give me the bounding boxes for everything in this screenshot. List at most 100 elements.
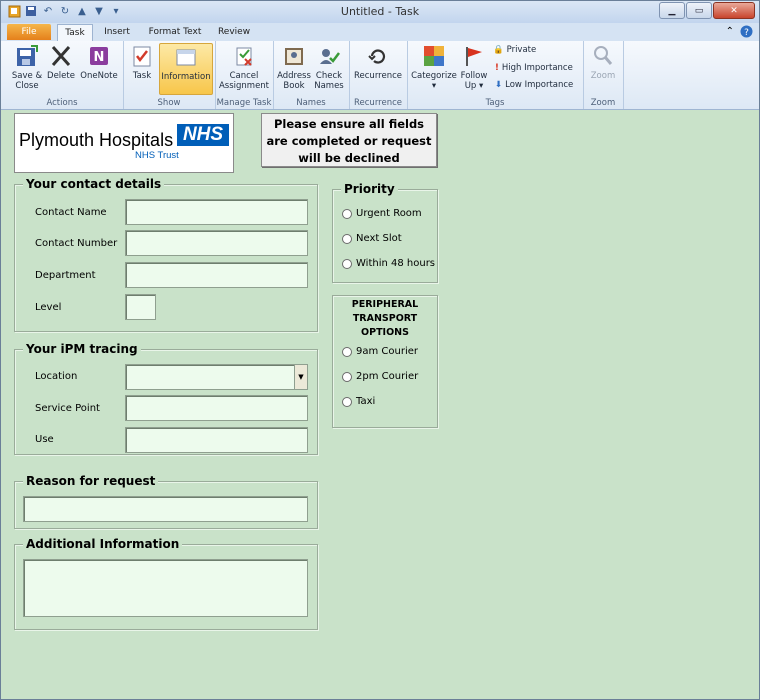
title-bar: ↶ ↻ ▲ ▼ ▾ Untitled - Task ▁ ▭ ✕	[1, 1, 759, 23]
address-book-label-2: Book	[283, 81, 305, 91]
close-button[interactable]: ✕	[713, 2, 755, 19]
task-view-button[interactable]: Task	[129, 43, 155, 81]
radio-2pm-courier[interactable]: 2pm Courier	[342, 371, 418, 382]
nhs-trust-label: NHS Trust	[135, 150, 179, 161]
additional-info-field[interactable]	[23, 559, 308, 617]
low-importance-button[interactable]: ⬇ Low Importance	[495, 80, 573, 90]
window-controls: ▁ ▭ ✕	[659, 2, 755, 19]
address-book-label: Address	[277, 71, 311, 81]
9am-courier-label: 9am Courier	[356, 346, 419, 357]
recurrence-button[interactable]: Recurrence	[353, 43, 403, 81]
ipm-tracing-section: Your iPM tracing Location ▼ Service Poin…	[14, 342, 318, 455]
low-importance-label: Low Importance	[505, 80, 574, 90]
group-label-actions: Actions	[46, 98, 78, 108]
zoom-label: Zoom	[590, 71, 616, 81]
private-button[interactable]: 🔒 Private	[493, 45, 536, 55]
down-arrow-icon: ⬇	[495, 80, 503, 90]
2pm-courier-label: 2pm Courier	[356, 371, 419, 382]
svg-text:N: N	[94, 50, 105, 65]
group-zoom: Zoom Zoom	[583, 41, 624, 109]
follow-up-dropdown-icon: ▾	[479, 81, 484, 91]
group-names: Address Book Check Names Names	[273, 41, 350, 109]
radio-9am-courier[interactable]: 9am Courier	[342, 346, 418, 357]
level-field[interactable]	[125, 294, 156, 320]
save-close-button[interactable]: Save & Close	[9, 43, 45, 91]
additional-info-section: Additional Information	[14, 537, 318, 630]
onenote-button[interactable]: N OneNote	[79, 43, 119, 81]
radio-icon[interactable]	[342, 371, 352, 382]
follow-up-button[interactable]: Follow Up ▾	[459, 43, 489, 91]
check-names-label-2: Names	[314, 81, 344, 91]
group-recurrence: Recurrence Recurrence	[349, 41, 408, 109]
ribbon-collapse-icon[interactable]: ⌃	[726, 26, 734, 37]
high-importance-label: High Importance	[501, 63, 573, 73]
radio-icon[interactable]	[342, 208, 352, 219]
exclamation-icon: !	[495, 63, 499, 73]
group-label-manage-task: Manage Task	[216, 98, 272, 108]
notice-message: Please ensure all fields are completed o…	[261, 113, 437, 167]
cancel-assignment-button[interactable]: Cancel Assignment	[217, 43, 271, 91]
transport-title-1: PERIPHERAL	[351, 299, 419, 310]
radio-icon[interactable]	[342, 233, 352, 244]
location-dropdown[interactable]: ▼	[125, 364, 308, 390]
address-book-button[interactable]: Address Book	[277, 43, 311, 91]
department-field[interactable]	[125, 262, 308, 288]
tab-review[interactable]: Review	[213, 24, 255, 40]
service-point-field[interactable]	[125, 395, 308, 421]
save-close-label: Save &	[11, 71, 43, 81]
nhs-header-box: Plymouth Hospitals NHS NHS Trust	[14, 113, 234, 173]
radio-icon[interactable]	[342, 346, 352, 357]
reason-field[interactable]	[23, 496, 308, 522]
contact-name-label: Contact Name	[35, 207, 107, 218]
reason-section: Reason for request	[14, 474, 318, 529]
task-view-label: Task	[132, 71, 152, 81]
additional-info-legend: Additional Information	[23, 537, 183, 551]
cancel-assignment-label-2: Assignment	[218, 81, 270, 91]
use-field[interactable]	[125, 427, 308, 453]
transport-title-2: TRANSPORT OPTIONS	[352, 313, 418, 338]
priority-section: Priority Urgent Room Next Slot Within 48…	[332, 182, 438, 283]
ribbon-tabs: File Task Insert Format Text Review ⌃ ?	[1, 23, 759, 41]
group-label-zoom: Zoom	[590, 98, 616, 108]
task-window: ↶ ↻ ▲ ▼ ▾ Untitled - Task ▁ ▭ ✕ File Tas…	[0, 0, 760, 700]
high-importance-button[interactable]: ! High Importance	[495, 63, 573, 73]
help-icon[interactable]: ?	[740, 25, 753, 38]
tab-insert[interactable]: Insert	[99, 24, 135, 40]
urgent-room-label: Urgent Room	[356, 208, 422, 219]
reason-legend: Reason for request	[23, 474, 159, 488]
nhs-logo: NHS	[177, 124, 229, 146]
group-tags: Categorize ▾ Follow Up ▾ 🔒 Private ! Hig…	[407, 41, 584, 109]
radio-taxi[interactable]: Taxi	[342, 396, 375, 407]
tab-format-text[interactable]: Format Text	[145, 24, 205, 40]
tab-task[interactable]: Task	[57, 24, 93, 41]
delete-button[interactable]: Delete	[47, 43, 75, 81]
group-label-tags: Tags	[485, 98, 505, 108]
hospital-name: Plymouth Hospitals	[19, 130, 174, 150]
group-label-names: Names	[296, 98, 326, 108]
svg-text:?: ?	[744, 28, 749, 38]
radio-next-slot[interactable]: Next Slot	[342, 233, 402, 244]
radio-icon[interactable]	[342, 396, 352, 407]
maximize-button[interactable]: ▭	[686, 2, 712, 19]
categorize-button[interactable]: Categorize ▾	[411, 43, 457, 91]
contact-name-field[interactable]	[125, 199, 308, 225]
zoom-button[interactable]: Zoom	[587, 43, 619, 81]
information-view-label: Information	[161, 72, 211, 82]
ipm-tracing-legend: Your iPM tracing	[23, 342, 141, 356]
contact-number-field[interactable]	[125, 230, 308, 256]
recurrence-label: Recurrence	[354, 71, 402, 81]
radio-within-48-hours[interactable]: Within 48 hours	[342, 258, 435, 269]
radio-icon[interactable]	[342, 258, 352, 269]
ribbon: Save & Close Delete N OneNote Actions Ta…	[1, 41, 759, 110]
chevron-down-icon[interactable]: ▼	[294, 365, 307, 389]
tab-file[interactable]: File	[7, 24, 51, 40]
group-label-recurrence: Recurrence	[354, 98, 402, 108]
onenote-label: OneNote	[80, 71, 118, 81]
private-label: Private	[506, 45, 537, 55]
check-names-button[interactable]: Check Names	[313, 43, 345, 91]
information-view-button[interactable]: Information	[159, 43, 213, 95]
check-names-label: Check	[315, 71, 343, 81]
radio-urgent-room[interactable]: Urgent Room	[342, 208, 422, 219]
next-slot-label: Next Slot	[356, 233, 402, 244]
minimize-button[interactable]: ▁	[659, 2, 685, 19]
